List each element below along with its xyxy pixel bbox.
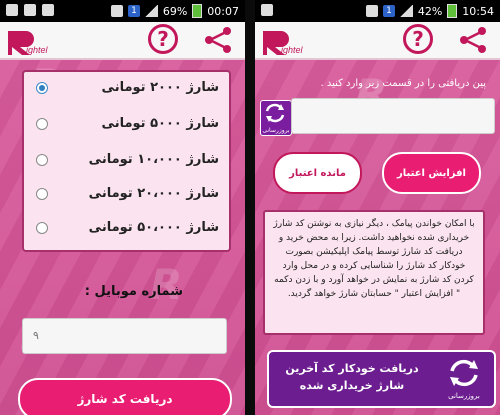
app-bar: ightel ?	[255, 22, 500, 60]
mobile-number-label: شماره موبایل :	[84, 284, 183, 299]
help-symbol: ?	[412, 27, 424, 51]
svg-text:ightel: ightel	[281, 45, 304, 55]
refresh-label: بروزرسانی	[262, 127, 290, 134]
charge-option[interactable]: شارژ ۵۰،۰۰۰ تومانی	[24, 216, 229, 244]
image-icon	[24, 4, 36, 16]
info-text: با امکان خواندن پیامک ، دیگر نیازی به نو…	[273, 219, 475, 299]
svg-text:ightel: ightel	[26, 45, 49, 55]
status-bar: 1 42% 10:54	[255, 0, 500, 22]
share-icon[interactable]	[202, 26, 234, 54]
get-last-code-button[interactable]: دریافت خودکار کد آخرین شارژ خریداری شده …	[267, 350, 496, 408]
sim-badge: 1	[128, 5, 140, 17]
divider	[245, 0, 255, 415]
charge-code-input[interactable]	[291, 98, 495, 134]
radio-button[interactable]	[36, 118, 48, 130]
image-icon	[261, 4, 273, 16]
signal-icon	[399, 5, 413, 17]
radio-button[interactable]	[36, 188, 48, 200]
battery-icon	[447, 4, 458, 18]
charge-option-label: شارژ ۲۰،۰۰۰ تومانی	[88, 186, 219, 201]
charge-option-label: شارژ ۲۰۰۰ تومانی	[101, 80, 219, 95]
radio-button[interactable]	[36, 154, 48, 166]
refresh-label: بروزرسانی	[448, 392, 480, 400]
battery-percent: 42%	[417, 4, 443, 18]
charge-option[interactable]: شارژ ۵۰۰۰ تومانی	[24, 112, 229, 140]
battery-percent: 69%	[162, 4, 188, 18]
charge-option-label: شارژ ۵۰،۰۰۰ تومانی	[88, 220, 219, 235]
charge-option[interactable]: شارژ ۲۰،۰۰۰ تومانی	[24, 182, 229, 210]
increase-credit-button[interactable]: افزایش اعتبار	[382, 152, 481, 194]
charge-option-label: شارژ ۱۰،۰۰۰ تومانی	[88, 152, 219, 167]
left-screen: 1 69% 00:07 ightel ? R R R شارژ ۲۰۰۰ توم…	[0, 0, 245, 415]
mobile-input-placeholder: ٩	[33, 329, 39, 342]
clock: 00:07	[207, 4, 239, 18]
get-charge-code-button[interactable]: دریافت کد شارژ	[18, 378, 232, 415]
sim-badge: 1	[383, 5, 395, 17]
instruction-text: پین دریافتی را در قسمت زیر وارد کنید .	[320, 78, 486, 89]
mute-icon	[366, 5, 379, 17]
clock: 10:54	[462, 4, 494, 18]
refresh-icon	[265, 103, 285, 123]
check-balance-button[interactable]: مانده اعتبار	[273, 152, 362, 194]
help-button[interactable]: ?	[148, 24, 178, 54]
radio-button[interactable]	[36, 222, 48, 234]
charge-option[interactable]: شارژ ۲۰۰۰ تومانی	[24, 76, 229, 104]
signal-icon	[144, 5, 158, 17]
mute-icon	[111, 5, 124, 17]
radio-button[interactable]	[36, 82, 48, 94]
right-screen: 1 42% 10:54 ightel ? R R پین دریافتی را …	[255, 0, 500, 415]
help-button[interactable]: ?	[403, 24, 433, 54]
warning-icon	[42, 4, 54, 16]
battery-icon	[192, 4, 203, 18]
status-bar: 1 69% 00:07	[0, 0, 245, 22]
rightel-logo: ightel	[8, 31, 49, 55]
get-last-code-label: دریافت خودکار کد آخرین شارژ خریداری شده	[285, 362, 419, 392]
app-bar: ightel ?	[0, 22, 245, 60]
charge-option-label: شارژ ۵۰۰۰ تومانی	[101, 116, 219, 131]
mobile-number-input[interactable]: ٩	[22, 318, 227, 354]
rightel-logo: ightel	[263, 31, 304, 55]
charge-option[interactable]: شارژ ۱۰،۰۰۰ تومانی	[24, 148, 229, 176]
refresh-icon: بروزرسانی	[444, 356, 484, 400]
refresh-button[interactable]: بروزرسانی	[260, 100, 292, 136]
charge-options: شارژ ۲۰۰۰ تومانی شارژ ۵۰۰۰ تومانی شارژ ۱…	[22, 70, 231, 252]
share-icon[interactable]	[457, 26, 489, 54]
help-symbol: ?	[157, 27, 169, 51]
usb-icon	[6, 4, 18, 16]
info-box: با امکان خواندن پیامک ، دیگر نیازی به نو…	[263, 210, 485, 335]
